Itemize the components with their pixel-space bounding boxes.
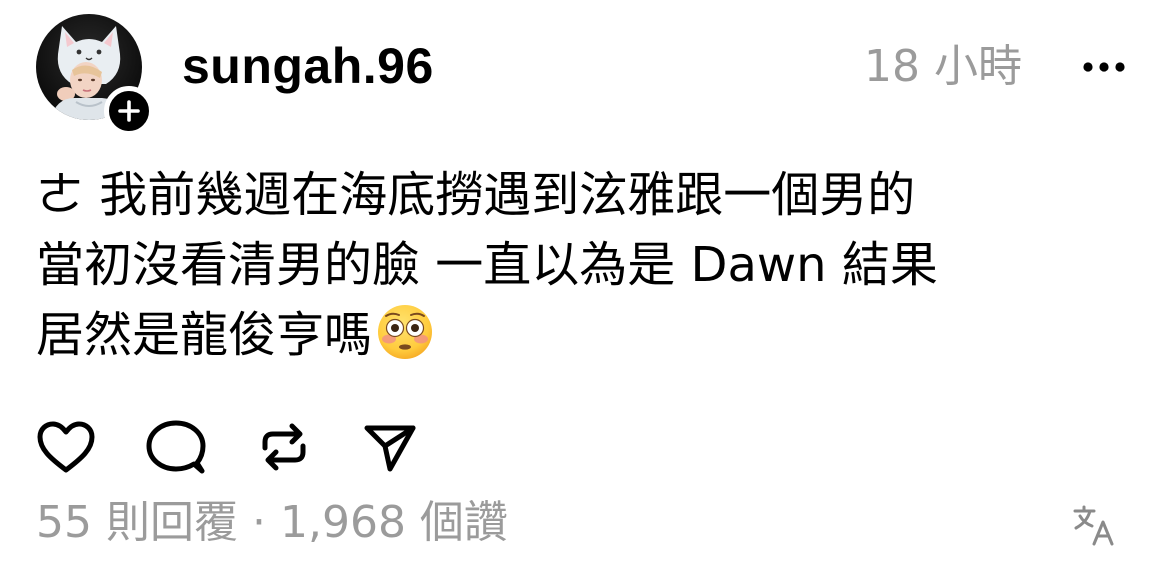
more-options-button[interactable] bbox=[1076, 50, 1132, 84]
translate-button[interactable] bbox=[1066, 500, 1122, 550]
like-button[interactable] bbox=[34, 415, 98, 479]
post-text-line-with-emoji: 居然是龍俊亨嗎 bbox=[36, 300, 1146, 370]
stats-separator: · bbox=[251, 497, 266, 548]
share-button[interactable] bbox=[358, 415, 422, 479]
likes-count[interactable]: 1,968 個讚 bbox=[280, 497, 508, 548]
translate-icon bbox=[1073, 505, 1114, 546]
replies-count[interactable]: 55 則回覆 bbox=[36, 497, 238, 548]
comment-icon bbox=[146, 420, 206, 474]
send-icon bbox=[364, 425, 416, 472]
post-text-line: 當初沒看清男的臉 一直以為是 Dawn 結果 bbox=[36, 237, 938, 293]
post-text-line: ㄜ 我前幾週在海底撈遇到泫雅跟一個男的 bbox=[36, 167, 916, 223]
post: sungah.96 18 小時 ㄜ 我前幾週在海底撈遇到泫雅跟一個男的 當初沒看… bbox=[0, 0, 1170, 577]
heart-icon bbox=[37, 421, 95, 473]
plus-icon bbox=[118, 100, 140, 122]
reply-button[interactable] bbox=[144, 415, 208, 479]
flushed-face-emoji bbox=[376, 303, 434, 380]
more-icon bbox=[1083, 62, 1125, 72]
repost-icon bbox=[262, 423, 306, 471]
repost-button[interactable] bbox=[252, 415, 316, 479]
post-text-line: 居然是龍俊亨嗎 bbox=[36, 307, 373, 363]
avatar-container[interactable] bbox=[36, 14, 154, 136]
post-stats: 55 則回覆 · 1,968 個讚 bbox=[36, 492, 508, 554]
username[interactable]: sungah.96 bbox=[182, 36, 434, 96]
follow-button[interactable] bbox=[104, 86, 154, 136]
post-timestamp: 18 小時 bbox=[864, 41, 1022, 92]
post-body: ㄜ 我前幾週在海底撈遇到泫雅跟一個男的 當初沒看清男的臉 一直以為是 Dawn … bbox=[36, 160, 1146, 370]
